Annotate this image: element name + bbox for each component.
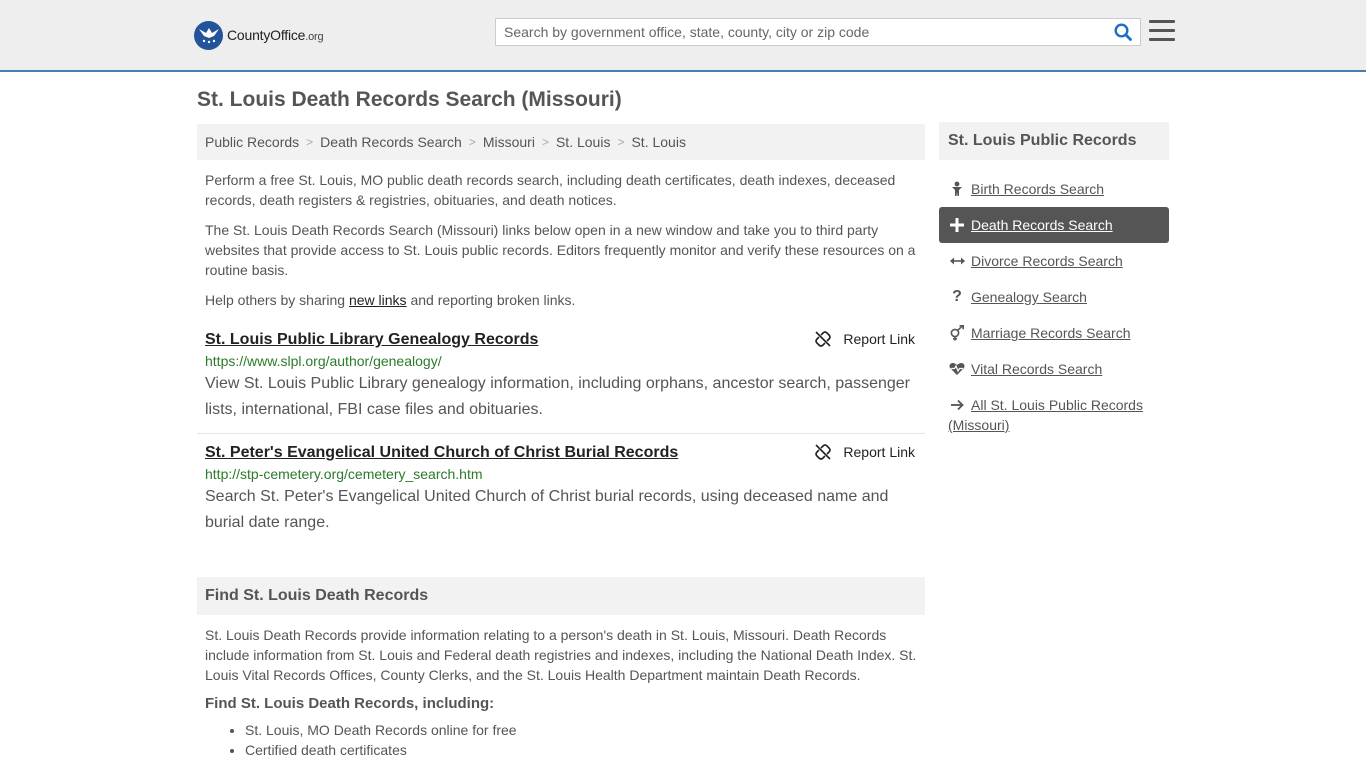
arrow-right-icon [948,395,966,415]
gender-icon [948,323,966,343]
hamburger-menu-icon[interactable] [1149,19,1175,43]
sidebar-item-death-records[interactable]: Death Records Search [939,207,1169,243]
new-links-link[interactable]: new links [349,292,407,308]
question-icon: ? [952,288,962,305]
sidebar-item-all-public-records[interactable]: All St. Louis Public Records (Missouri) [939,387,1169,443]
find-section-heading: Find St. Louis Death Records [197,577,925,615]
breadcrumb-separator-icon: > [617,135,625,149]
sidebar-item-genealogy[interactable]: ? Genealogy Search [939,279,1169,315]
sidebar-item-divorce-records[interactable]: Divorce Records Search [939,243,1169,279]
broken-link-icon [815,444,832,460]
result-description: View St. Louis Public Library genealogy … [205,375,910,418]
search-button[interactable] [1106,19,1140,45]
result-title-link[interactable]: St. Peter's Evangelical United Church of… [205,444,678,462]
breadcrumb-missouri[interactable]: Missouri [483,134,535,150]
arrows-horizontal-icon [948,251,966,271]
breadcrumb-st-louis-county[interactable]: St. Louis [556,134,610,150]
site-logo[interactable]: CountyOffice.org [194,20,324,50]
breadcrumb-separator-icon: > [468,135,476,149]
search-input[interactable] [496,19,1106,45]
result-url: https://www.slpl.org/author/genealogy/ [205,353,442,369]
sidebar-item-vital-records[interactable]: Vital Records Search [939,351,1169,387]
cross-icon [948,215,966,235]
search-icon [1114,23,1132,41]
breadcrumb-death-records-search[interactable]: Death Records Search [320,134,462,150]
result-title-link[interactable]: St. Louis Public Library Genealogy Recor… [205,331,538,349]
sidebar-heading: St. Louis Public Records [939,122,1169,160]
find-section-subheading: Find St. Louis Death Records, including: [205,695,495,712]
share-paragraph: Help others by sharing new links and rep… [205,292,576,308]
disclaimer-paragraph: The St. Louis Death Records Search (Miss… [205,222,916,278]
site-header: CountyOffice.org [0,0,1366,72]
result-description: Search St. Peter's Evangelical United Ch… [205,488,889,531]
breadcrumb-separator-icon: > [306,135,314,149]
sidebar-item-birth-records[interactable]: Birth Records Search [939,171,1169,207]
breadcrumb: Public Records > Death Records Search > … [197,124,925,160]
breadcrumb-separator-icon: > [541,135,549,149]
sidebar: St. Louis Public Records Birth Records S… [939,122,1169,443]
search-box [495,18,1141,46]
find-section-list: St. Louis, MO Death Records online for f… [245,720,925,760]
logo-text: CountyOffice.org [227,27,324,43]
sidebar-list: Birth Records Search Death Records Searc… [939,171,1169,443]
broken-link-icon [815,331,832,347]
find-section-body: St. Louis Death Records provide informat… [205,627,917,683]
sidebar-item-marriage-records[interactable]: Marriage Records Search [939,315,1169,351]
list-item: Certified death certificates [245,740,925,760]
page-title: St. Louis Death Records Search (Missouri… [197,88,622,111]
result-url: http://stp-cemetery.org/cemetery_search.… [205,466,483,482]
list-item: St. Louis, MO Death Records online for f… [245,720,925,740]
baby-icon [948,179,966,199]
heartbeat-icon [948,359,966,379]
logo-eagle-icon [194,20,223,50]
result-item: St. Louis Public Library Genealogy Recor… [197,331,925,434]
result-item: St. Peter's Evangelical United Church of… [197,444,925,536]
breadcrumb-st-louis-city[interactable]: St. Louis [631,134,685,150]
main-content: Public Records > Death Records Search > … [197,124,925,760]
report-link-button[interactable]: Report Link [815,331,915,347]
breadcrumb-public-records[interactable]: Public Records [205,134,299,150]
report-link-button[interactable]: Report Link [815,444,915,460]
intro-paragraph: Perform a free St. Louis, MO public deat… [205,172,896,208]
